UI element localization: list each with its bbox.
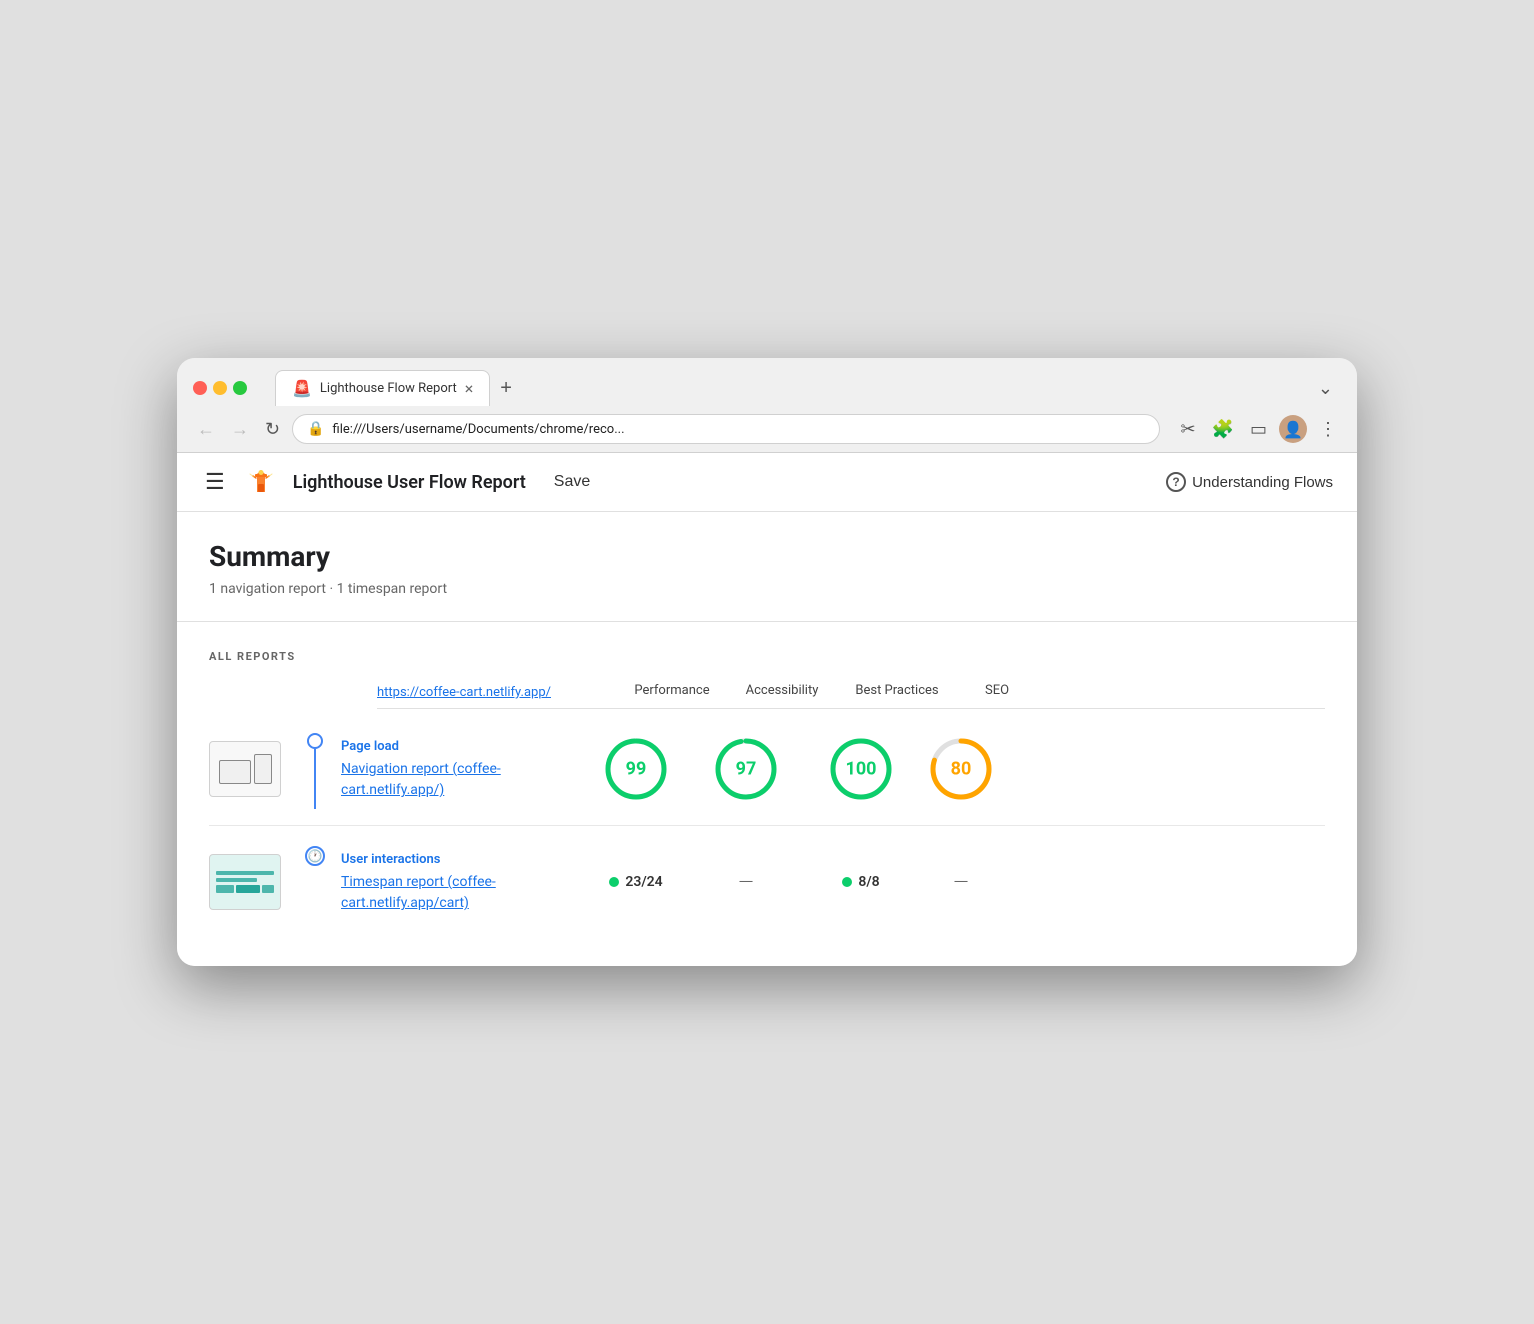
more-menu-button[interactable]: ⋮ [1315,415,1341,444]
all-reports-section: ALL REPORTS https://coffee-cart.netlify.… [177,622,1357,966]
address-bar-row: ← → ↻ 🔒 file:///Users/username/Documents… [177,406,1357,452]
extensions-button[interactable]: 🧩 [1208,415,1238,444]
connector-clock: 🕐 [305,846,325,866]
address-text: file:///Users/username/Documents/chrome/… [333,422,1146,437]
tab-bar: 🚨 Lighthouse Flow Report × + [275,370,520,406]
timespan-thumbnail [209,854,281,910]
nav-thumbnail [209,741,281,797]
sidebar-toggle-button[interactable]: ▭ [1246,415,1271,444]
tab-favicon: 🚨 [292,379,312,398]
timespan-seo-dash: — [953,870,968,894]
lh-app-bar: ☰ Lighthouse User Flow Report Save ? Und… [177,453,1357,512]
timespan-type-label: User interactions [341,852,581,867]
summary-section: Summary 1 navigation report · 1 timespan… [177,512,1357,622]
nav-accessibility-score: 97 [691,735,801,803]
nav-report-link[interactable]: Navigation report (coffee-cart.netlify.a… [341,761,501,799]
page-content: ☰ Lighthouse User Flow Report Save ? Und… [177,452,1357,966]
timespan-best-practices-value: 8/8 [858,874,879,890]
timespan-performance-fraction: 23/24 [609,874,662,890]
nav-best-practices-gauge: 100 [827,735,895,803]
all-reports-label: ALL REPORTS [209,650,1325,663]
summary-subtitle: 1 navigation report · 1 timespan report [209,581,1325,597]
timespan-connector: 🕐 [297,842,333,922]
table-header-accessibility: Accessibility [727,683,837,700]
understanding-flows-label: Understanding Flows [1192,474,1333,491]
nav-report-info: Page load Navigation report (coffee-cart… [341,737,581,801]
nav-seo-score: 80 [921,735,1001,803]
browser-window: 🚨 Lighthouse Flow Report × + ⌄ ← → ↻ 🔒 f… [177,358,1357,966]
chrome-os-bar: 🚨 Lighthouse Flow Report × + ⌄ [177,358,1357,406]
chrome-actions: ✂ 🧩 ▭ 👤 ⋮ [1176,415,1341,444]
table-header-best-practices: Best Practices [837,683,957,700]
connector-circle [307,733,323,749]
timespan-best-practices-score: 8/8 [801,874,921,890]
address-lock-icon: 🔒 [307,421,324,437]
timespan-report-info: User interactions Timespan report (coffe… [341,850,581,914]
lighthouse-logo [245,466,277,498]
nav-performance-score: 99 [581,735,691,803]
new-tab-button[interactable]: + [492,373,520,404]
understanding-flows-button[interactable]: ? Understanding Flows [1166,472,1333,492]
browser-tab[interactable]: 🚨 Lighthouse Flow Report × [275,370,490,406]
fraction-dot-green-2 [842,877,852,887]
summary-title: Summary [209,540,1325,573]
traffic-light-red[interactable] [193,381,207,395]
traffic-light-green[interactable] [233,381,247,395]
nav-connector [297,729,333,809]
hamburger-menu-button[interactable]: ☰ [201,465,229,499]
nav-seo-value: 80 [951,758,972,779]
tab-label: Lighthouse Flow Report [320,381,457,396]
nav-accessibility-value: 97 [736,758,757,779]
lh-app-title: Lighthouse User Flow Report [293,472,526,493]
nav-type-label: Page load [341,739,581,754]
nav-performance-value: 99 [626,758,647,779]
traffic-light-yellow[interactable] [213,381,227,395]
connector-line [314,749,316,809]
clock-icon: 🕐 [308,849,323,863]
table-row: Page load Navigation report (coffee-cart… [209,713,1325,826]
table-header-performance: Performance [617,683,727,700]
timespan-seo-score: — [921,870,1001,894]
timespan-accessibility-dash: — [738,870,753,894]
timespan-performance-score: 23/24 [581,874,691,890]
tab-overflow-button[interactable]: ⌄ [1310,374,1341,403]
nav-seo-gauge: 80 [927,735,995,803]
fraction-dot-green [609,877,619,887]
avatar[interactable]: 👤 [1279,415,1307,443]
nav-accessibility-gauge: 97 [712,735,780,803]
scissors-button[interactable]: ✂ [1176,415,1199,444]
table-header-url[interactable]: https://coffee-cart.netlify.app/ [377,685,617,700]
nav-best-practices-score: 100 [801,735,921,803]
save-button[interactable]: Save [542,469,602,495]
back-button[interactable]: ← [193,415,219,444]
timespan-accessibility-score: — [691,870,801,894]
timespan-report-link[interactable]: Timespan report (coffee-cart.netlify.app… [341,874,496,912]
table-row: 🕐 User interactions Timespan report (cof… [209,826,1325,938]
forward-button[interactable]: → [227,415,253,444]
timespan-performance-value: 23/24 [625,874,662,890]
table-header-seo: SEO [957,683,1037,700]
nav-best-practices-value: 100 [846,758,877,779]
reload-button[interactable]: ↻ [261,415,284,444]
tab-close-btn[interactable]: × [465,379,474,398]
traffic-lights [193,381,247,395]
address-bar[interactable]: 🔒 file:///Users/username/Documents/chrom… [292,414,1160,444]
help-icon: ? [1166,472,1186,492]
timespan-best-practices-fraction: 8/8 [842,874,879,890]
nav-performance-gauge: 99 [602,735,670,803]
